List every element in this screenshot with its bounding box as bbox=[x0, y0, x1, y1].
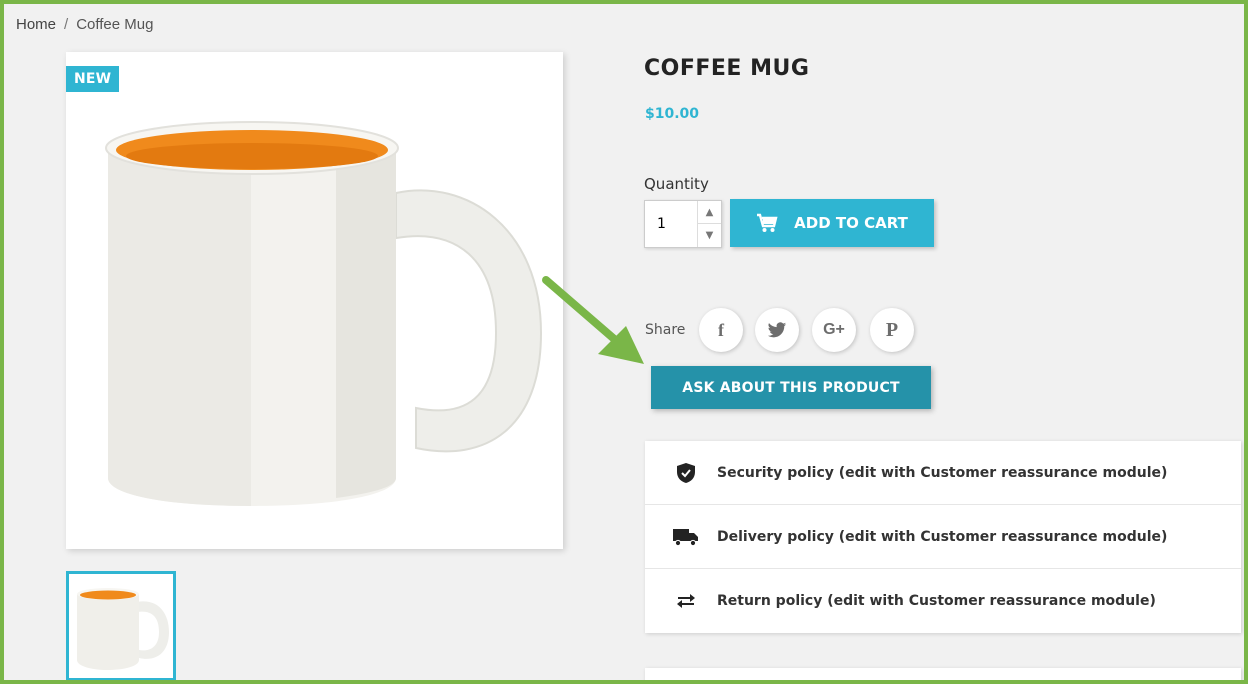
breadcrumb-current: Coffee Mug bbox=[76, 16, 154, 33]
truck-icon bbox=[673, 528, 699, 546]
pinterest-icon[interactable]: P bbox=[870, 308, 914, 352]
twitter-icon[interactable] bbox=[755, 308, 799, 352]
shield-icon bbox=[673, 462, 699, 483]
quantity-up-icon[interactable]: ▲ bbox=[698, 201, 721, 224]
quantity-stepper: ▲ ▼ bbox=[644, 200, 722, 248]
breadcrumb-home-link[interactable]: Home bbox=[16, 16, 56, 33]
product-thumbnail[interactable] bbox=[66, 571, 176, 680]
product-price: $10.00 bbox=[645, 106, 700, 122]
reassurance-item-security: Security policy (edit with Customer reas… bbox=[645, 441, 1241, 505]
new-badge: NEW bbox=[66, 66, 120, 92]
add-to-cart-button[interactable]: ADD TO CART bbox=[730, 199, 934, 247]
annotation-arrow bbox=[542, 276, 644, 364]
quantity-input[interactable] bbox=[645, 201, 697, 247]
product-title: COFFEE MUG bbox=[644, 56, 810, 81]
product-cover-image[interactable]: NEW bbox=[66, 52, 563, 549]
reassurance-item-return: Return policy (edit with Customer reassu… bbox=[645, 569, 1241, 633]
mug-image bbox=[105, 121, 543, 506]
quantity-down-icon[interactable]: ▼ bbox=[698, 224, 721, 247]
page-frame: Home / Coffee Mug NEW COFFEE MUG $10.00 Qu… bbox=[0, 0, 1248, 684]
google-plus-icon[interactable]: G+ bbox=[812, 308, 856, 352]
breadcrumb-separator: / bbox=[64, 16, 69, 33]
ask-about-product-button[interactable]: ASK ABOUT THIS PRODUCT bbox=[651, 366, 931, 409]
reassurance-label: Delivery policy (edit with Customer reas… bbox=[717, 528, 1168, 545]
add-to-cart-label: ADD TO CART bbox=[794, 214, 908, 232]
reassurance-label: Return policy (edit with Customer reassu… bbox=[717, 593, 1156, 609]
product-details-tabs-card bbox=[645, 668, 1241, 680]
facebook-icon[interactable]: f bbox=[699, 308, 743, 352]
quantity-label: Quantity bbox=[644, 175, 709, 193]
breadcrumb: Home / Coffee Mug bbox=[16, 16, 153, 33]
cart-icon bbox=[757, 213, 778, 232]
mug-thumbnail-image bbox=[77, 588, 169, 670]
twitter-bird-icon bbox=[767, 321, 787, 337]
reassurance-item-delivery: Delivery policy (edit with Customer reas… bbox=[645, 505, 1241, 569]
reassurance-label: Security policy (edit with Customer reas… bbox=[717, 464, 1168, 481]
customer-reassurance-block: Security policy (edit with Customer reas… bbox=[645, 441, 1241, 633]
quantity-spinner: ▲ ▼ bbox=[697, 201, 721, 247]
swap-arrows-icon bbox=[673, 593, 699, 609]
